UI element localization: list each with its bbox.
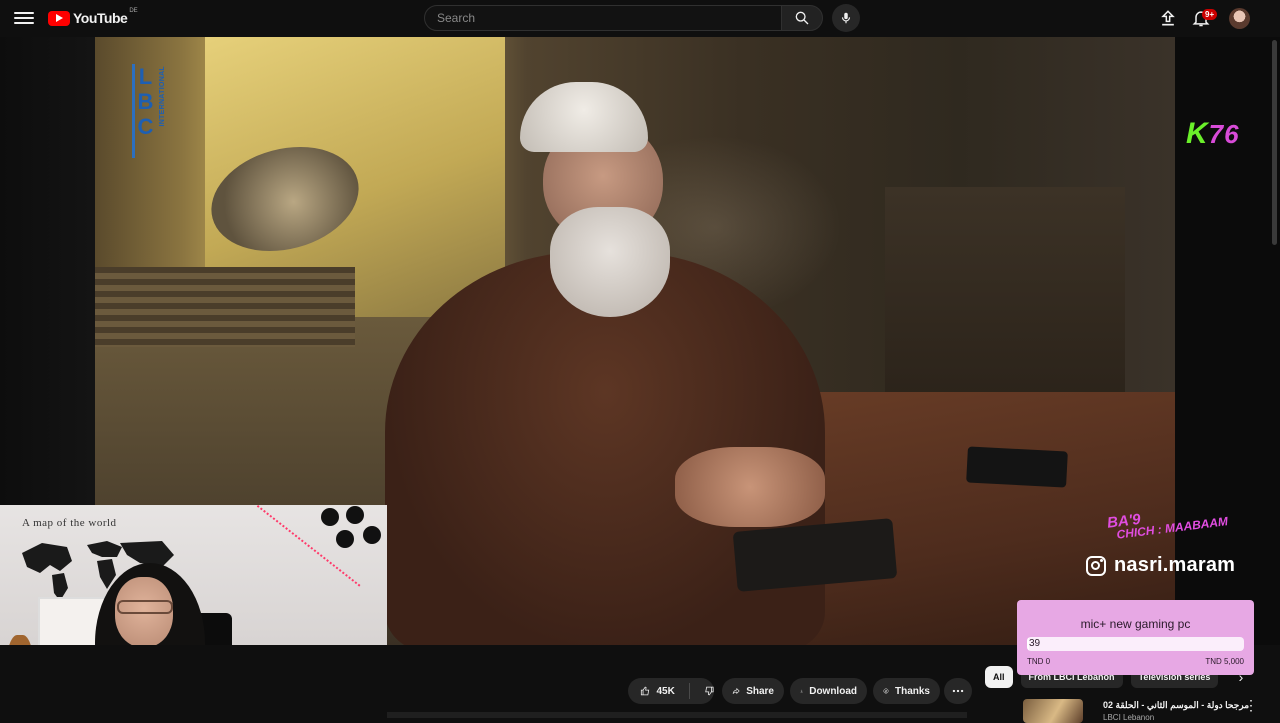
chip-all[interactable]: All (985, 666, 1013, 688)
recommended-title[interactable]: مرجحا دولة - الموسم الثاني - الحلقة 02 (1103, 700, 1249, 711)
youtube-logo[interactable]: YouTube DE (48, 8, 138, 26)
search-input[interactable] (435, 10, 771, 26)
share-button[interactable]: Share (722, 678, 784, 704)
search-box (424, 5, 782, 31)
logo-text: YouTube (73, 10, 128, 26)
streamer-glasses (117, 600, 173, 614)
recommended-channel[interactable]: LBCI Lebanon (1103, 713, 1154, 722)
world-map-poster-title: A map of the world (22, 517, 117, 529)
seek-bar[interactable] (387, 712, 967, 718)
region-code: DE (129, 8, 138, 14)
upload-icon (1161, 10, 1175, 26)
more-actions-button[interactable] (944, 678, 972, 704)
search-icon (795, 11, 809, 25)
avatar[interactable] (1229, 8, 1250, 29)
goal-title: mic+ new gaming pc (1080, 617, 1191, 631)
search-button[interactable] (781, 5, 823, 31)
lbc-logo-sub: INTERNATIONAL (159, 66, 166, 127)
goal-min-label: TND 0 (1027, 657, 1051, 666)
channel-watermark: LBC INTERNATIONAL (132, 64, 172, 158)
recommended-video[interactable]: مرجحا دولة - الموسم الثاني - الحلقة 02 L… (985, 696, 1275, 723)
download-button[interactable]: Download (790, 678, 867, 704)
instagram-overlay: nasri.maram (1086, 554, 1235, 577)
notification-badge: 9+ (1202, 9, 1218, 20)
thanks-button[interactable]: Thanks (873, 678, 940, 704)
share-icon (732, 687, 740, 695)
video-hands (675, 447, 825, 527)
upload-button[interactable] (1158, 8, 1178, 28)
goal-max-label: TND 5,000 (1205, 657, 1244, 666)
video-man-cap (520, 82, 648, 152)
goal-current-value: 39 (1029, 638, 1041, 649)
k76-k: K (1186, 117, 1209, 150)
menu-icon[interactable] (14, 9, 34, 29)
youtube-play-icon (48, 10, 70, 26)
more-horizontal-icon (952, 689, 964, 693)
more-vertical-icon[interactable]: ⋮ (1244, 698, 1258, 712)
stream-logo-k76: K76 (1186, 117, 1240, 151)
video-cabinet (885, 187, 1125, 417)
like-dislike-group: 45K (628, 678, 714, 704)
goal-progress-bar (1027, 637, 1244, 651)
download-label: Download (809, 685, 857, 697)
thanks-label: Thanks (894, 685, 930, 697)
donation-goal-widget: mic+ new gaming pc 39 TND 0 TND 5,000 (1017, 600, 1254, 675)
thumbs-up-icon[interactable] (640, 684, 650, 698)
voice-search-button[interactable] (832, 4, 860, 32)
video-radio (966, 446, 1068, 488)
page-scrollbar[interactable] (1272, 40, 1277, 245)
mic-icon (841, 12, 851, 24)
instagram-icon (1086, 555, 1106, 576)
like-count[interactable]: 45K (656, 686, 674, 697)
share-label: Share (746, 685, 774, 697)
lbc-logo-letters: LBC (132, 64, 158, 158)
download-icon (800, 689, 803, 693)
top-bar: YouTube DE 9+ (0, 0, 1280, 37)
video-planks (95, 267, 355, 347)
video-man-beard (550, 207, 670, 317)
like-divider (688, 683, 690, 699)
vinyl-records (321, 506, 381, 548)
recommended-thumbnail[interactable] (1023, 699, 1083, 723)
thumbs-down-icon[interactable] (704, 684, 714, 698)
instagram-handle: nasri.maram (1114, 554, 1236, 576)
k76-number: 76 (1208, 119, 1240, 149)
thanks-icon (883, 688, 889, 694)
